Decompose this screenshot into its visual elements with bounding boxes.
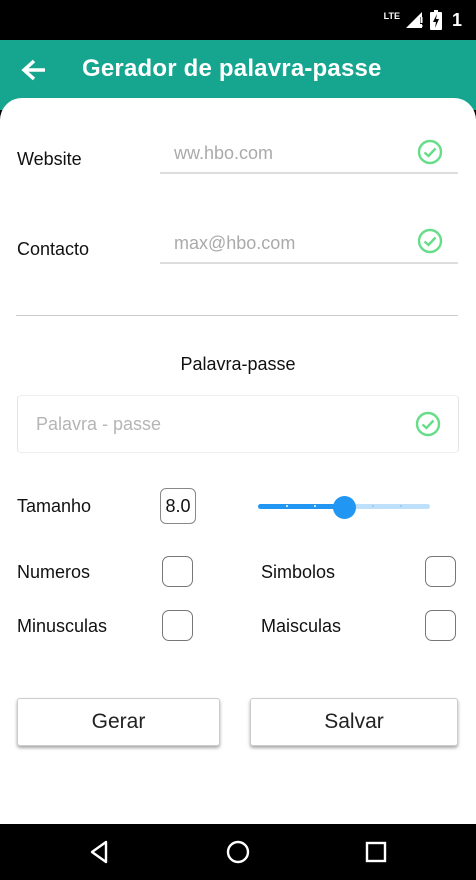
checkbox-maisculas[interactable] (425, 610, 456, 641)
option-label-numeros: Numeros (17, 562, 91, 582)
slider-tick (371, 505, 374, 507)
clock: 1 (451, 10, 462, 30)
contact-input[interactable] (160, 224, 458, 264)
checkbox-numeros[interactable] (162, 556, 193, 587)
back-triangle-icon[interactable] (86, 838, 114, 866)
home-circle-icon[interactable] (224, 838, 252, 866)
website-label: Website (17, 149, 82, 169)
password-valid-check-icon (415, 411, 441, 437)
save-button[interactable]: Salvar (250, 698, 458, 746)
arrow-left-icon (21, 59, 45, 81)
password-title: Palavra-passe (180, 354, 296, 374)
status-bar: LTE 1 (0, 0, 476, 40)
recents-square-icon[interactable] (362, 838, 390, 866)
slider-fill (258, 504, 344, 509)
password-input[interactable] (36, 408, 396, 440)
contact-label: Contacto (17, 239, 90, 259)
slider-thumb[interactable] (332, 496, 356, 519)
checkbox-simbolos[interactable] (425, 556, 456, 587)
generate-button[interactable]: Gerar (17, 698, 220, 746)
length-value: 8.0 (160, 488, 196, 524)
main-content: Website Contacto Palavra-passe Tamanho 8… (0, 98, 476, 824)
password-field (17, 395, 459, 453)
checkbox-minusculas[interactable] (162, 610, 193, 641)
length-slider[interactable] (258, 496, 430, 519)
website-valid-check-icon (417, 139, 443, 165)
website-input[interactable] (160, 134, 458, 174)
contact-valid-check-icon (417, 228, 443, 254)
option-label-simbolos: Simbolos (261, 562, 336, 582)
slider-tick (285, 505, 288, 507)
option-label-minusculas: Minusculas (17, 616, 108, 636)
battery-charging-icon (430, 10, 442, 30)
back-button[interactable] (18, 54, 50, 86)
system-nav-bar (0, 824, 476, 880)
status-icons: LTE (384, 10, 442, 30)
lte-label: LTE (383, 11, 400, 21)
divider (16, 315, 458, 316)
signal-icon (406, 12, 423, 28)
length-label: Tamanho (17, 496, 92, 516)
page-title: Gerador de palavra-passe (82, 55, 382, 82)
option-label-maisculas: Maisculas (261, 616, 342, 636)
